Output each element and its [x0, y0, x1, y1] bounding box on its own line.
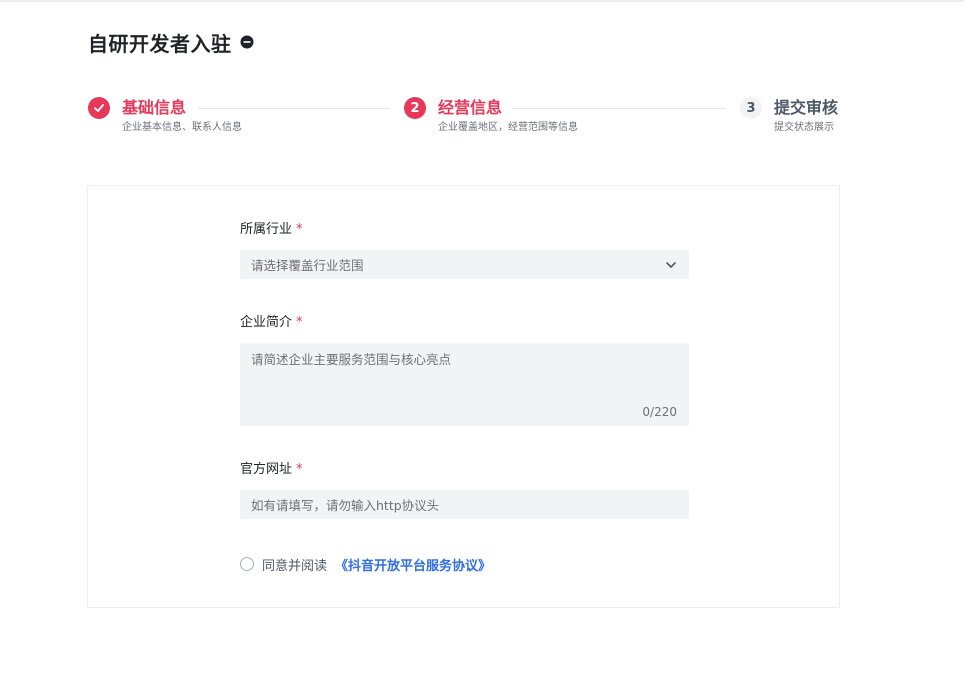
step-number: 3: [740, 97, 762, 119]
required-mark: *: [296, 462, 303, 477]
intro-label-text: 企业简介: [240, 315, 293, 330]
character-counter: 0/220: [642, 405, 677, 419]
intro-label: 企业简介 *: [240, 314, 303, 332]
info-icon[interactable]: [240, 35, 254, 49]
required-mark: *: [296, 222, 303, 237]
step-basic-info[interactable]: 基础信息 企业基本信息、联系人信息: [88, 96, 242, 135]
industry-select[interactable]: 请选择覆盖行业范围: [240, 250, 689, 279]
step-submit-review[interactable]: 3 提交审核 提交状态展示: [740, 96, 838, 135]
step-connector: [198, 108, 390, 109]
agreement-link[interactable]: 《抖音开放平台服务协议》: [335, 555, 491, 574]
website-label-text: 官方网址: [240, 462, 293, 477]
top-divider: [0, 0, 964, 2]
industry-select-placeholder: 请选择覆盖行业范围: [251, 258, 364, 273]
chevron-down-icon: [666, 262, 676, 268]
website-input-placeholder: 如有请填写，请勿输入http协议头: [251, 498, 440, 513]
page-header: 自研开发者入驻: [88, 28, 254, 56]
industry-label-text: 所属行业: [240, 222, 293, 237]
required-mark: *: [296, 315, 303, 330]
steps-indicator: 基础信息 企业基本信息、联系人信息 2 经营信息 企业覆盖地区，经营范围等信息 …: [88, 96, 840, 144]
business-info-form: 所属行业 * 请选择覆盖行业范围 企业简介 * 请简述企业主要服务范围与核心亮点 0…: [87, 185, 840, 608]
intro-textarea-placeholder: 请简述企业主要服务范围与核心亮点: [251, 352, 452, 367]
industry-label: 所属行业 *: [240, 221, 303, 239]
step-business-info[interactable]: 2 经营信息 企业覆盖地区，经营范围等信息: [404, 96, 578, 135]
step-description: 企业基本信息、联系人信息: [122, 122, 242, 133]
agreement-text: 同意并阅读: [262, 558, 328, 574]
step-connector: [512, 108, 726, 109]
step-number: 2: [404, 97, 426, 119]
website-label: 官方网址 *: [240, 461, 303, 479]
step-title: 提交审核: [774, 98, 839, 117]
agreement-row: 同意并阅读 《抖音开放平台服务协议》: [240, 555, 491, 574]
page-title: 自研开发者入驻: [88, 31, 232, 56]
step-description: 提交状态展示: [774, 122, 834, 133]
agreement-radio[interactable]: [240, 557, 254, 571]
step-description: 企业覆盖地区，经营范围等信息: [438, 122, 578, 133]
website-input[interactable]: 如有请填写，请勿输入http协议头: [240, 490, 689, 519]
intro-textarea[interactable]: 请简述企业主要服务范围与核心亮点 0/220: [240, 343, 689, 426]
check-icon: [88, 97, 110, 119]
